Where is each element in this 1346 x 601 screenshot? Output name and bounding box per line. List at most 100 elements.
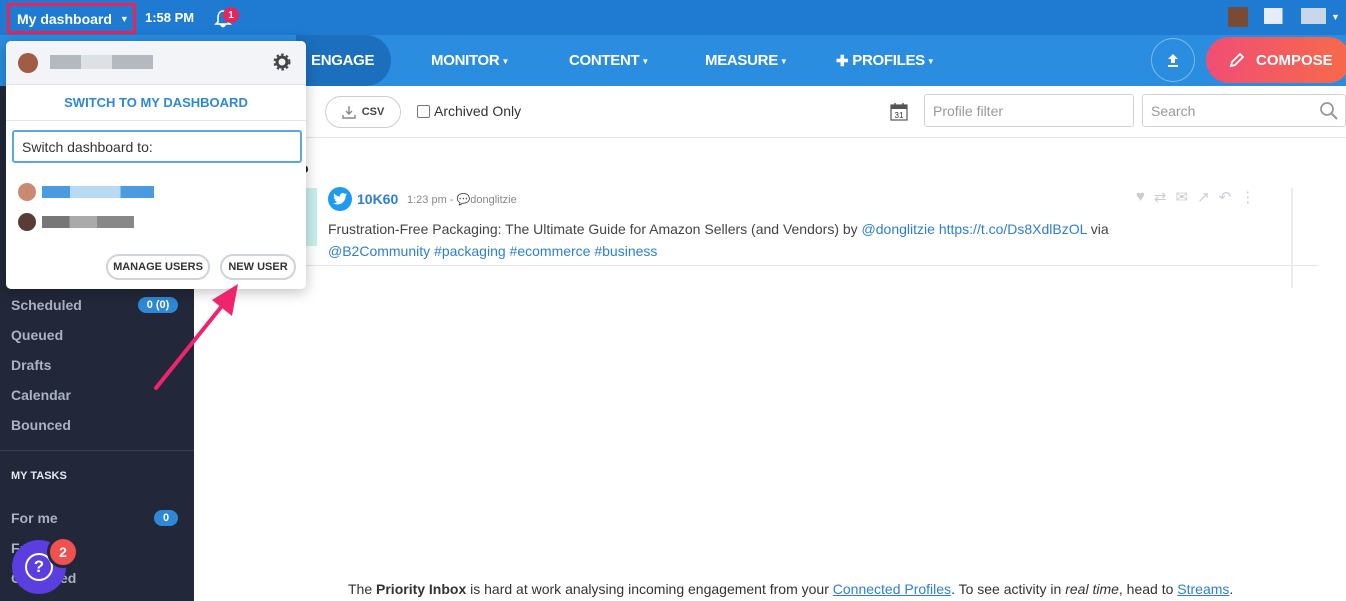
sidebar-divider <box>0 450 194 451</box>
upload-icon <box>1168 54 1178 67</box>
user-name-redacted[interactable] <box>1264 8 1326 24</box>
priority-bold: Priority Inbox <box>376 581 467 597</box>
priority-text-2: is hard at work analysing incoming engag… <box>466 581 833 597</box>
heart-icon[interactable]: ♥ <box>1136 188 1145 206</box>
nav-content[interactable]: CONTENT ▼ <box>569 35 649 86</box>
speech-bubble-icon: 💬 <box>456 194 471 206</box>
my-tasks-heading: MY TASKS <box>11 470 67 482</box>
my-dashboard-dropdown[interactable]: My dashboard ▼ <box>7 3 136 34</box>
csv-label: CSV <box>361 106 385 118</box>
inbox-toolbar: CSV Archived Only 31 Profile filter Sear… <box>194 86 1346 138</box>
post-via-text: via <box>1086 221 1109 237</box>
caret-down-icon: ▼ <box>779 57 788 66</box>
nav-monitor-label: MONITOR <box>431 52 500 69</box>
help-badge: 2 <box>47 536 79 568</box>
reply-icon[interactable]: ↶ <box>1219 188 1232 206</box>
nav-profiles-label: PROFILES <box>852 52 925 69</box>
caret-down-icon: ▼ <box>501 57 510 66</box>
plus-icon: ✚ <box>836 52 849 70</box>
upload-button[interactable] <box>1151 38 1195 82</box>
post-reply-to: donglitzie <box>470 194 517 206</box>
annotation-arrow <box>154 284 238 390</box>
current-user-name-redacted <box>50 55 153 69</box>
pencil-icon <box>1229 52 1245 68</box>
mention-link[interactable]: @donglitzie <box>862 221 935 237</box>
popup-header <box>6 41 306 85</box>
nav-content-label: CONTENT <box>569 52 640 69</box>
chevron-down-icon[interactable]: ▼ <box>1331 12 1340 22</box>
avatar <box>18 213 36 231</box>
post-item[interactable]: 10K60 1:23 pm - 💬donglitzie Frustration-… <box>300 180 1318 288</box>
gear-icon[interactable] <box>273 53 291 71</box>
priority-inbox-note: The Priority Inbox is hard at work analy… <box>348 581 1233 597</box>
calendar-icon[interactable]: 31 <box>890 102 908 121</box>
share-icon[interactable]: ↗ <box>1197 188 1210 206</box>
account-name-redacted <box>42 216 134 228</box>
for-me-count-badge: 0 <box>154 510 178 526</box>
connected-profiles-link[interactable]: Connected Profiles <box>833 581 951 597</box>
search-input[interactable]: Search <box>1142 94 1346 127</box>
post-meta: 1:23 pm - 💬donglitzie <box>407 193 517 206</box>
post-time: 1:23 pm - <box>407 194 454 206</box>
switch-to-my-dashboard-link[interactable]: SWITCH TO MY DASHBOARD <box>6 85 306 121</box>
hashtag-link[interactable]: #ecommerce <box>510 243 591 259</box>
nav-engage[interactable]: ENGAGE <box>296 35 391 86</box>
switch-dashboard-input[interactable]: Switch dashboard to: <box>12 130 302 163</box>
post-text: Frustration-Free Packaging: The Ultimate… <box>328 218 1188 262</box>
checkbox-box[interactable] <box>417 104 430 118</box>
caret-down-icon: ▼ <box>641 57 650 66</box>
avatar <box>18 183 36 201</box>
sidebar-item-calendar[interactable]: Calendar <box>11 387 71 403</box>
account-item-2[interactable] <box>18 210 218 234</box>
top-status-bar: My dashboard ▼ 1:58 PM 1 ▼ <box>0 0 1346 35</box>
nav-engage-label: ENGAGE <box>311 52 375 69</box>
manage-users-button[interactable]: MANAGE USERS <box>106 254 210 280</box>
priority-text-1: The <box>348 581 377 597</box>
account-name-redacted <box>42 186 154 198</box>
notification-badge: 1 <box>223 7 239 23</box>
post-body-text: Frustration-Free Packaging: The Ultimate… <box>328 221 862 237</box>
hashtag-link[interactable]: #business <box>594 243 657 259</box>
nav-measure[interactable]: MEASURE ▼ <box>705 35 788 86</box>
sidebar-item-bounced[interactable]: Bounced <box>11 417 71 433</box>
archived-only-checkbox[interactable]: Archived Only <box>417 103 521 119</box>
comment-icon[interactable]: ✉ <box>1175 188 1188 206</box>
sidebar-item-drafts[interactable]: Drafts <box>11 357 51 373</box>
caret-down-icon: ▼ <box>926 57 935 66</box>
search-placeholder: Search <box>1151 102 1196 119</box>
dashboard-switcher-popup: SWITCH TO MY DASHBOARD Switch dashboard … <box>6 41 306 289</box>
user-avatar[interactable] <box>1228 7 1248 27</box>
post-username[interactable]: 10K60 <box>357 191 398 207</box>
sidebar-item-for-me[interactable]: For me <box>11 510 58 526</box>
download-icon <box>341 106 356 119</box>
compose-button[interactable]: COMPOSE <box>1206 37 1346 83</box>
hashtag-link[interactable]: #packaging <box>434 243 506 259</box>
search-icon[interactable] <box>1319 101 1339 121</box>
compose-label: COMPOSE <box>1256 51 1333 69</box>
calendar-day: 31 <box>895 111 904 120</box>
sidebar-item-queued[interactable]: Queued <box>11 327 63 343</box>
mention-link[interactable]: @B2Community <box>328 243 430 259</box>
new-user-button[interactable]: NEW USER <box>220 254 296 280</box>
dashboard-label: My dashboard <box>17 10 112 27</box>
priority-text-5: . <box>1229 581 1234 597</box>
post-scrollbar[interactable] <box>1291 188 1293 288</box>
priority-text-3: . To see activity in <box>951 581 1066 597</box>
profile-filter-input[interactable]: Profile filter <box>924 94 1134 127</box>
nav-measure-label: MEASURE <box>705 52 778 69</box>
csv-export-button[interactable]: CSV <box>325 96 401 128</box>
streams-link[interactable]: Streams <box>1177 581 1229 597</box>
chevron-down-icon: ▼ <box>119 13 129 24</box>
url-link[interactable]: https://t.co/Ds8XdlBzOL <box>939 221 1087 237</box>
avatar <box>18 53 38 73</box>
nav-profiles[interactable]: ✚ PROFILES ▼ <box>836 35 935 86</box>
post-actions: ♥ ⇄ ✉ ↗ ↶ ⋮ <box>1136 188 1255 206</box>
account-item-1[interactable] <box>18 180 218 204</box>
retweet-icon[interactable]: ⇄ <box>1154 188 1167 206</box>
twitter-icon <box>328 187 352 211</box>
current-time: 1:58 PM <box>145 10 195 25</box>
nav-monitor[interactable]: MONITOR ▼ <box>431 35 509 86</box>
more-vertical-icon[interactable]: ⋮ <box>1240 188 1255 206</box>
archived-only-label: Archived Only <box>434 103 522 119</box>
sidebar-item-scheduled[interactable]: Scheduled <box>11 297 82 313</box>
